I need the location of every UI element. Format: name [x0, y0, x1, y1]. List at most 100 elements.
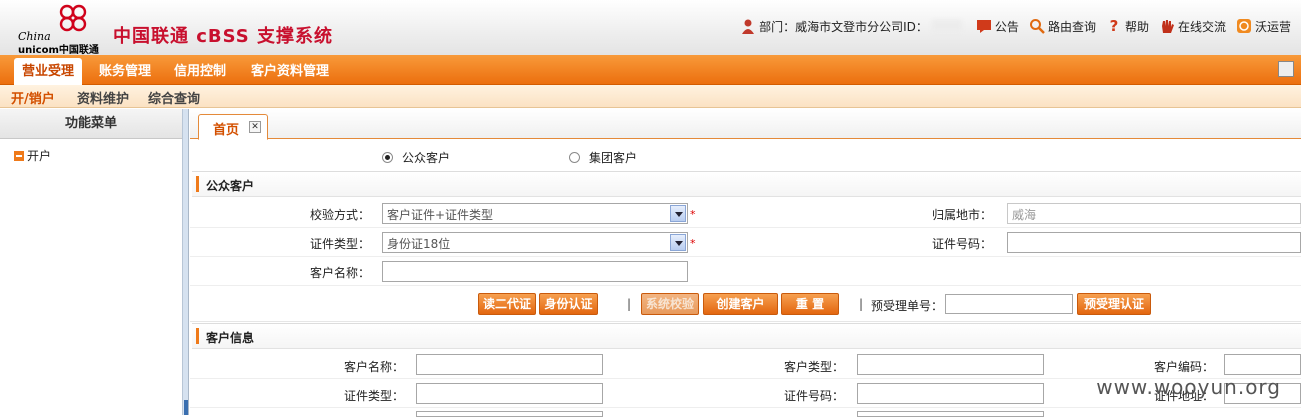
- tree-item-label: 开户: [27, 149, 52, 163]
- wo-operation-link[interactable]: 沃运营: [1236, 18, 1291, 35]
- info-id-type-input[interactable]: [416, 383, 603, 404]
- info-customer-type-input[interactable]: [857, 354, 1044, 375]
- main-nav: 营业受理 账务管理 信用控制 客户资料管理: [0, 55, 1301, 85]
- id-number-label: 证件号码：: [931, 237, 992, 251]
- pre-order-input[interactable]: [945, 294, 1073, 314]
- announcement-link[interactable]: 公告: [976, 18, 1019, 35]
- region-label: 归属地市：: [931, 208, 992, 222]
- info-row3-input-1[interactable]: [416, 411, 603, 417]
- radio-dot-checked[interactable]: [382, 152, 393, 163]
- wo-icon: [1236, 19, 1251, 33]
- info-customer-name-label: 客户名称：: [343, 360, 404, 374]
- id-type-value: 身份证18位: [387, 237, 451, 251]
- subnav-data-maintenance[interactable]: 资料维护: [77, 88, 129, 107]
- info-id-number-input[interactable]: [857, 383, 1044, 404]
- verify-method-label: 校验方式：: [309, 208, 370, 222]
- subnav-general-query[interactable]: 综合查询: [148, 88, 200, 107]
- watermark: www.wooyun.org: [1096, 375, 1281, 399]
- system-check-button[interactable]: 系统校验: [641, 293, 699, 315]
- nav-tab-credit[interactable]: 信用控制: [166, 58, 234, 85]
- section-public-customer: 公众客户: [192, 171, 1301, 197]
- system-title: 中国联通 cBSS 支撑系统: [113, 26, 334, 47]
- collapse-icon[interactable]: [14, 150, 24, 161]
- reset-button[interactable]: 重 置: [781, 293, 839, 315]
- pre-order-auth-button[interactable]: 预受理认证: [1077, 293, 1151, 315]
- info-customer-type-label: 客户类型：: [783, 360, 844, 374]
- verify-method-select[interactable]: 客户证件+证件类型: [382, 203, 688, 224]
- help-link[interactable]: ? 帮助: [1106, 18, 1149, 35]
- close-icon[interactable]: ✕: [249, 121, 261, 133]
- top-links: 部门：威海市文登市分公司ID： 公告 路由查询 ? 帮助 在线交流 沃运营: [740, 16, 1301, 36]
- help-label: 帮助: [1124, 19, 1149, 34]
- main-content: 首页 ✕ 公众客户 集团客户 公众客户 校验方式： 客户证件+证件类型 * 归属…: [190, 109, 1301, 417]
- action-row: 读二代证 身份认证 | 系统校验 创建客户 重 置 | 预受理单号： 预受理认证: [190, 287, 1301, 322]
- chevron-down-icon[interactable]: [670, 205, 686, 222]
- department-info: 部门：威海市文登市分公司ID：: [740, 18, 966, 35]
- section-title-text: 公众客户: [206, 179, 255, 193]
- app-header: China unicom中国联通 中国联通 cBSS 支撑系统 部门：威海市文登…: [0, 0, 1301, 56]
- wo-operation-label: 沃运营: [1254, 19, 1291, 34]
- tree-item-open-account[interactable]: 开户: [14, 147, 51, 164]
- announcement-label: 公告: [994, 19, 1019, 34]
- id-type-label: 证件类型：: [309, 237, 370, 251]
- nav-tab-business[interactable]: 营业受理: [14, 58, 83, 85]
- nav-tab-customer-data[interactable]: 客户资料管理: [243, 58, 337, 85]
- radio-group-label: 集团客户: [589, 151, 638, 165]
- user-switch-icon[interactable]: [1278, 61, 1294, 77]
- form-row-verify: 校验方式： 客户证件+证件类型 * 归属地市： 威海: [190, 200, 1301, 228]
- separator: |: [859, 297, 864, 311]
- verify-method-value: 客户证件+证件类型: [387, 208, 494, 222]
- function-menu-panel: 功能菜单 开户: [0, 109, 183, 415]
- pre-order-label: 预受理单号：: [871, 299, 944, 313]
- sub-nav: 开/销户 资料维护 综合查询: [0, 85, 1301, 108]
- id-type-select[interactable]: 身份证18位: [382, 232, 688, 253]
- section-marker: [196, 176, 199, 192]
- logo-unicom-text: unicom中国联通: [18, 45, 99, 56]
- hand-icon: [1161, 20, 1174, 33]
- person-icon: [742, 19, 755, 34]
- unicom-logo: China unicom中国联通: [18, 4, 99, 56]
- online-chat-link[interactable]: 在线交流: [1159, 18, 1226, 35]
- radio-public-customer[interactable]: 公众客户: [382, 149, 450, 166]
- region-value: 威海: [1012, 208, 1037, 222]
- info-id-type-label: 证件类型：: [343, 389, 404, 403]
- read-id-card-button[interactable]: 读二代证: [478, 293, 536, 315]
- separator: |: [627, 297, 632, 311]
- chevron-down-icon[interactable]: [670, 234, 686, 251]
- info-customer-code-label: 客户编码：: [1153, 360, 1214, 374]
- customer-name-label: 客户名称：: [309, 266, 370, 280]
- page-tabstrip: 首页 ✕: [190, 109, 1301, 140]
- info-row3-input-2[interactable]: [857, 411, 1044, 417]
- search-icon: [1029, 19, 1045, 34]
- help-icon: ?: [1109, 17, 1119, 35]
- radio-public-label: 公众客户: [402, 151, 451, 165]
- info-row-3-partial: [190, 409, 1301, 417]
- tab-home-label: 首页: [213, 123, 240, 138]
- nav-tab-billing[interactable]: 账务管理: [91, 58, 159, 85]
- redacted-id: [931, 20, 962, 32]
- radio-dot-unchecked[interactable]: [569, 152, 580, 163]
- panel-splitter[interactable]: [183, 109, 189, 415]
- function-menu-title: 功能菜单: [0, 109, 182, 139]
- route-query-link[interactable]: 路由查询: [1029, 18, 1096, 35]
- create-customer-button[interactable]: 创建客户: [703, 293, 778, 315]
- id-auth-button[interactable]: 身份认证: [539, 293, 598, 315]
- id-number-input[interactable]: [1007, 232, 1301, 253]
- section-title-text: 客户信息: [206, 331, 255, 345]
- radio-group-customer[interactable]: 集团客户: [569, 149, 637, 166]
- online-chat-label: 在线交流: [1177, 19, 1226, 34]
- info-customer-code-input[interactable]: [1224, 354, 1301, 375]
- subnav-open-close[interactable]: 开/销户: [11, 88, 55, 107]
- tab-home[interactable]: 首页 ✕: [198, 114, 268, 140]
- required-mark: *: [690, 208, 696, 221]
- unicom-knot-icon: [59, 4, 87, 32]
- customer-name-input[interactable]: [382, 261, 688, 282]
- announcement-icon: [976, 20, 991, 33]
- required-mark: *: [690, 237, 696, 250]
- section-marker: [196, 328, 199, 344]
- form-row-name: 客户名称：: [190, 258, 1301, 286]
- customer-type-selector: 公众客户 集团客户: [190, 149, 1301, 167]
- info-customer-name-input[interactable]: [416, 354, 603, 375]
- info-id-number-label: 证件号码：: [783, 389, 844, 403]
- scrollbar-thumb[interactable]: [184, 400, 188, 415]
